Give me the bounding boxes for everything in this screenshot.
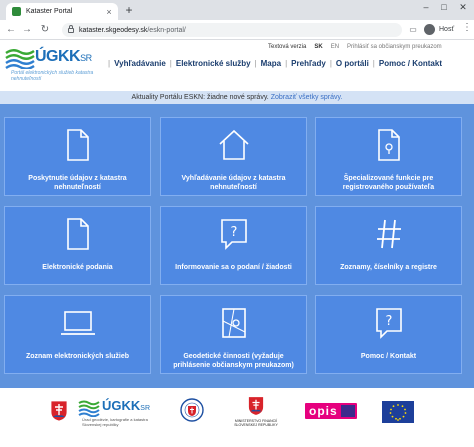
tile-informovanie-podanie[interactable]: ? Informovanie sa o podaní / žiadosti [160, 206, 307, 285]
news-all-link[interactable]: Zobraziť všetky správy. [271, 94, 343, 101]
hash-icon [376, 219, 401, 249]
login-eid-link[interactable]: Prihlásiť sa občianskym preukazom [347, 44, 442, 50]
tab-title: Kataster Portal [26, 8, 73, 15]
nav-vyhladavanie[interactable]: Vyhľadávanie [114, 59, 166, 68]
nav-elektronicke-sluzby[interactable]: Elektronické služby [176, 59, 251, 68]
tile-zoznam-sluzieb[interactable]: Zoznam elektronických služieb [4, 295, 151, 374]
site-header: ÚGKKSR Portál elektronických služieb kat… [0, 41, 474, 91]
nav-pomoc-kontakt[interactable]: Pomoc / Kontakt [379, 59, 442, 68]
ugkk-logo[interactable]: ÚGKKSR Portál elektronických služieb kat… [5, 45, 105, 87]
house-icon [218, 129, 249, 160]
logo-waves-icon [5, 49, 35, 69]
logo-waves-icon [78, 400, 100, 417]
url-path: /eskn-portal/ [147, 26, 186, 34]
profile-icon[interactable] [424, 24, 435, 35]
tile-label: Informovanie sa o podaní / žiadosti [175, 264, 292, 271]
tile-label: Zoznamy, číselníky a registre [340, 264, 437, 271]
address-bar[interactable]: kataster.skgeodesy.sk/eskn-portal/ [62, 23, 402, 37]
lang-sk[interactable]: SK [314, 44, 322, 50]
tile-zoznamy-ciselniky[interactable]: Zoznamy, číselníky a registre [315, 206, 462, 285]
question-bubble-icon: ? [220, 219, 247, 250]
tile-label: Pomoc / Kontakt [360, 353, 417, 360]
news-bar: Aktuality Portálu ESKN: žiadne nové sprá… [0, 91, 474, 104]
tile-vyhladavanie-udajov[interactable]: Vyhľadávanie údajov z katastra nehnuteľn… [160, 117, 307, 196]
tile-label: Špecializované funkcie pre registrovanéh… [342, 175, 435, 191]
profile-label[interactable]: Hosť [439, 26, 454, 33]
browser-tab[interactable]: Kataster Portal × [6, 3, 118, 20]
ministry-finance-logo[interactable]: MINISTERSTVO FINANCIÍ SLOVENSKEJ REPUBLI… [232, 396, 280, 430]
logo-text: ÚGKKSR [35, 48, 92, 65]
svg-text:?: ? [230, 225, 237, 240]
browser-menu-icon[interactable]: ⋮ [462, 22, 472, 33]
nav-o-portali[interactable]: O portáli [336, 59, 369, 68]
tile-pomoc-kontakt[interactable]: ? Pomoc / Kontakt [315, 295, 462, 374]
footer-ugkk-logo[interactable]: ÚGKKSR Úrad geodézie, kartografie a kata… [78, 396, 158, 430]
news-text: Aktuality Portálu ESKN: žiadne nové sprá… [131, 94, 269, 101]
forward-icon[interactable]: → [20, 23, 34, 37]
map-pin-icon [221, 308, 246, 338]
tile-poskytnutie-udajov[interactable]: Poskytnutie údajov z katastra nehnuteľno… [4, 117, 151, 196]
sk-coat-of-arms-icon[interactable] [50, 400, 68, 422]
main-nav: | Vyhľadávanie | Elektronické služby | M… [108, 59, 442, 68]
text-version-link[interactable]: Textová verzia [268, 44, 306, 50]
tile-label: Vyhľadávanie údajov z katastra nehnuteľn… [181, 175, 286, 191]
tab-close-icon[interactable]: × [103, 7, 115, 17]
document-map-icon [377, 129, 400, 161]
tile-label: Geodetické činnosti (vyžaduje prihláseni… [173, 353, 294, 369]
seal-icon[interactable] [180, 398, 204, 422]
url-host: kataster.skgeodesy.sk [79, 26, 148, 34]
lock-icon [68, 24, 74, 33]
tile-label: Elektronické podania [42, 264, 113, 271]
tile-label: Poskytnutie údajov z katastra nehnuteľno… [28, 175, 127, 191]
browser-tabstrip: Kataster Portal × + – □ ✕ [0, 0, 474, 20]
tiles-area: Poskytnutie údajov z katastra nehnuteľno… [0, 104, 474, 388]
top-links: Textová verzia SK EN Prihlásiť sa občian… [268, 44, 450, 50]
tab-search-icon[interactable]: ▭ [406, 23, 420, 37]
svg-text:?: ? [385, 314, 392, 329]
document-icon [66, 218, 89, 250]
back-icon[interactable]: ← [4, 23, 18, 37]
tile-label: Zoznam elektronických služieb [25, 353, 130, 360]
question-bubble-icon: ? [375, 308, 402, 339]
nav-mapa[interactable]: Mapa [261, 59, 281, 68]
nav-prehlady[interactable]: Prehľady [291, 59, 326, 68]
browser-toolbar: ← → ↻ kataster.skgeodesy.sk/eskn-portal/… [0, 20, 474, 40]
footer-ugkk-subtitle: Úrad geodézie, kartografie a katastra Sl… [82, 417, 148, 427]
favicon-icon [12, 7, 21, 16]
footer: ÚGKKSR Úrad geodézie, kartografie a kata… [0, 388, 474, 447]
lang-en[interactable]: EN [331, 44, 339, 50]
ministry-text: MINISTERSTVO FINANCIÍ SLOVENSKEJ REPUBLI… [234, 419, 278, 427]
new-tab-button[interactable]: + [122, 3, 136, 17]
minimize-button[interactable]: – [418, 2, 434, 12]
sk-coat-of-arms-icon [248, 397, 264, 415]
document-icon [66, 129, 89, 161]
tile-elektronicke-podania[interactable]: Elektronické podania [4, 206, 151, 285]
logo-subtitle: Portál elektronických služieb katastra n… [11, 70, 94, 82]
maximize-button[interactable]: □ [436, 2, 452, 12]
eu-flag-icon[interactable] [382, 401, 414, 423]
laptop-icon [60, 311, 95, 335]
opis-logo[interactable]: opis [305, 403, 357, 419]
reload-icon[interactable]: ↻ [38, 23, 52, 37]
tile-geodeticke-cinnosti[interactable]: Geodetické činnosti (vyžaduje prihláseni… [160, 295, 307, 374]
close-window-button[interactable]: ✕ [455, 2, 471, 13]
tile-specializovane-funkcie[interactable]: Špecializované funkcie pre registrovanéh… [315, 117, 462, 196]
